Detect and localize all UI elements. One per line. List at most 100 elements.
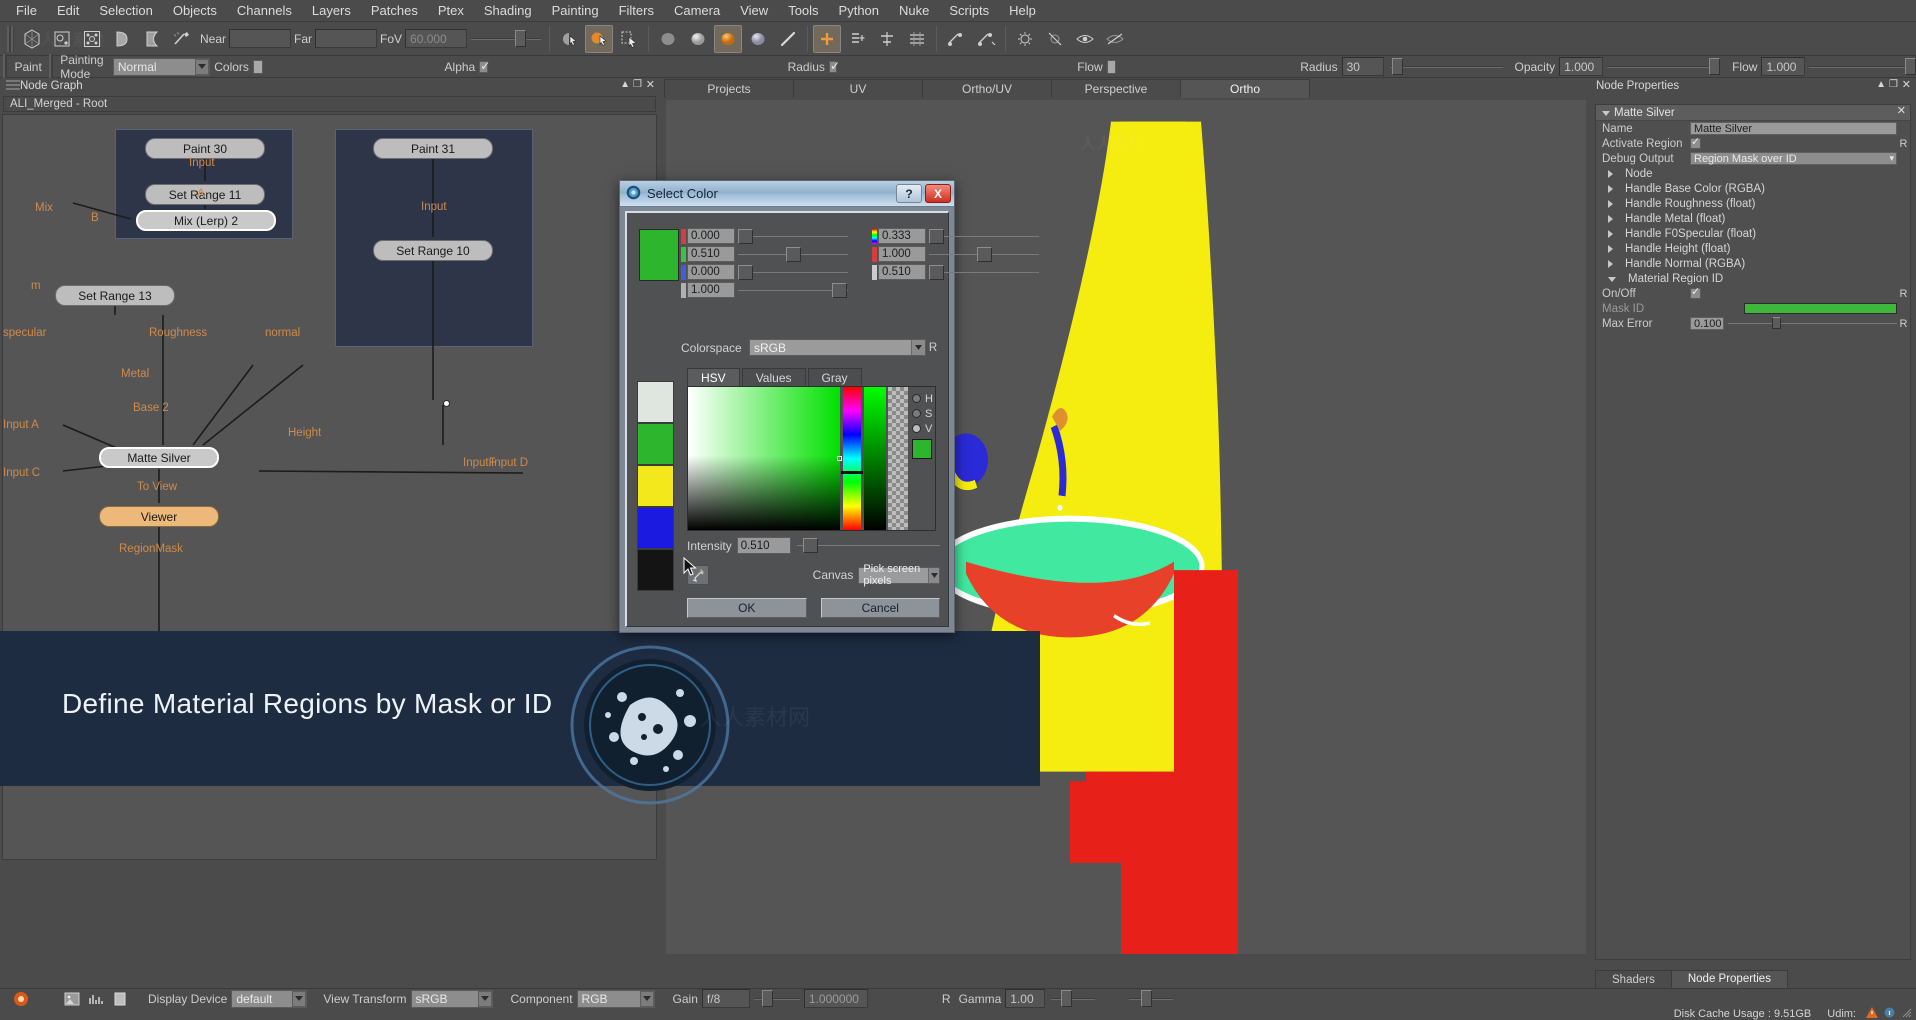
- panel-undock-icon[interactable]: ❐: [633, 79, 642, 90]
- align-icon[interactable]: [873, 25, 901, 53]
- ptex-icon[interactable]: [168, 25, 196, 53]
- channel-slider-knob[interactable]: [832, 282, 847, 298]
- tab-projects[interactable]: Projects: [664, 79, 794, 98]
- graph-node[interactable]: Matte Silver: [99, 447, 219, 468]
- hue-marker[interactable]: [841, 471, 863, 474]
- menu-item-view[interactable]: View: [730, 0, 778, 22]
- eye-icon[interactable]: [1071, 25, 1099, 53]
- close-button[interactable]: X: [925, 184, 951, 203]
- channel-input-B[interactable]: [687, 264, 735, 280]
- tab-node-properties[interactable]: Node Properties: [1670, 970, 1788, 988]
- tab-uv[interactable]: UV: [793, 79, 923, 98]
- channel-slider-G[interactable]: [738, 246, 848, 263]
- color-preview-swatch[interactable]: [639, 229, 679, 281]
- component-combo[interactable]: RGB: [576, 989, 655, 1008]
- chevron-down-icon[interactable]: [1608, 277, 1616, 282]
- menu-item-ptex[interactable]: Ptex: [428, 0, 474, 22]
- chevron-right-icon[interactable]: [1608, 259, 1613, 268]
- tab-perspective[interactable]: Perspective: [1051, 79, 1181, 98]
- menu-item-selection[interactable]: Selection: [89, 0, 162, 22]
- shell-icon[interactable]: [138, 25, 166, 53]
- canvas-combo[interactable]: Pick screen pixels: [858, 563, 940, 587]
- menu-item-camera[interactable]: Camera: [664, 0, 730, 22]
- help-button[interactable]: ?: [896, 184, 922, 203]
- resize-grip-icon[interactable]: [1901, 1007, 1912, 1020]
- history-swatch[interactable]: [637, 423, 674, 465]
- menu-item-help[interactable]: Help: [999, 0, 1046, 22]
- panel-float-icon[interactable]: ▲: [620, 79, 630, 90]
- node-port-dot-1[interactable]: [443, 400, 450, 407]
- fov-input[interactable]: [405, 29, 468, 48]
- select-arrow-icon[interactable]: [555, 25, 583, 53]
- intensity-slider[interactable]: [796, 537, 940, 554]
- dialog-titlebar[interactable]: Select Color ? X: [620, 181, 954, 207]
- history-swatch[interactable]: [637, 381, 674, 423]
- distribute-icon[interactable]: [903, 25, 931, 53]
- ok-button[interactable]: OK: [687, 598, 807, 618]
- property-group[interactable]: Handle Normal (RGBA): [1596, 256, 1910, 271]
- gamma-reset[interactable]: R: [938, 992, 955, 1006]
- gain-input[interactable]: [701, 989, 750, 1008]
- bake-all-icon[interactable]: [972, 25, 1000, 53]
- property-reset[interactable]: R: [1897, 138, 1910, 150]
- gain-slider[interactable]: [753, 990, 800, 1008]
- menu-item-shading[interactable]: Shading: [474, 0, 542, 22]
- color-tab-hsv[interactable]: HSV: [687, 368, 740, 386]
- property-reset[interactable]: R: [1897, 318, 1910, 330]
- graph-node[interactable]: Paint 31: [373, 138, 493, 159]
- histogram-icon[interactable]: [85, 990, 107, 1008]
- cancel-button[interactable]: Cancel: [820, 598, 940, 618]
- chevron-right-icon[interactable]: [1608, 184, 1613, 193]
- menu-item-channels[interactable]: Channels: [227, 0, 302, 22]
- menu-item-file[interactable]: File: [6, 0, 47, 22]
- paintbar-grip-2[interactable]: [48, 53, 54, 80]
- graph-node[interactable]: Set Range 13: [55, 285, 175, 306]
- graph-node[interactable]: Viewer: [99, 506, 219, 527]
- history-swatch[interactable]: [637, 507, 674, 549]
- color-tab-values[interactable]: Values: [741, 368, 806, 386]
- property-group[interactable]: Material Region ID: [1596, 271, 1910, 286]
- sphere-blue-icon[interactable]: [744, 25, 772, 53]
- radius-checkbox[interactable]: [828, 59, 840, 73]
- property-group[interactable]: Handle Height (float): [1596, 241, 1910, 256]
- channel-slider-V[interactable]: [929, 264, 1039, 281]
- property-group[interactable]: Handle Base Color (RGBA): [1596, 181, 1910, 196]
- fov-slider[interactable]: [471, 30, 542, 48]
- channel-slider-knob[interactable]: [786, 246, 801, 262]
- channel-input-V[interactable]: [878, 264, 926, 280]
- hsv-radio-row-V[interactable]: V: [912, 421, 933, 436]
- menu-item-edit[interactable]: Edit: [47, 0, 89, 22]
- paintbar-grip[interactable]: [3, 53, 8, 80]
- channel-slider-S[interactable]: [929, 246, 1039, 263]
- flow2-slider[interactable]: [1809, 58, 1916, 76]
- channel-slider-knob[interactable]: [977, 246, 992, 262]
- history-swatch[interactable]: [637, 465, 674, 507]
- opacity-slider[interactable]: [1607, 58, 1721, 76]
- patch-icon[interactable]: [108, 25, 136, 53]
- alpha-checkbox[interactable]: [479, 59, 491, 73]
- channel-slider-R[interactable]: [738, 228, 848, 245]
- intensity-input[interactable]: [736, 537, 791, 554]
- channel-slider-knob[interactable]: [929, 264, 944, 280]
- property-input[interactable]: [1690, 122, 1897, 135]
- sphere-orange-icon[interactable]: [714, 24, 743, 53]
- chevron-right-icon[interactable]: [1608, 169, 1613, 178]
- np-close-icon[interactable]: ✕: [1902, 78, 1911, 91]
- image-icon[interactable]: [61, 990, 83, 1008]
- alpha-strip[interactable]: [888, 387, 908, 530]
- property-group[interactable]: Handle Metal (float): [1596, 211, 1910, 226]
- property-input[interactable]: [1690, 317, 1724, 330]
- gain-numeric-input[interactable]: [803, 989, 868, 1008]
- brush-stroke-icon[interactable]: [774, 25, 802, 53]
- np-float-icon[interactable]: ▲: [1876, 79, 1886, 90]
- grid-object-icon[interactable]: [78, 25, 106, 53]
- menu-item-objects[interactable]: Objects: [163, 0, 227, 22]
- tab-ortho[interactable]: Ortho: [1180, 79, 1310, 98]
- tab-shaders[interactable]: Shaders: [1595, 970, 1672, 988]
- sv-cursor[interactable]: [837, 456, 842, 461]
- chevron-right-icon[interactable]: [1608, 229, 1613, 238]
- property-group[interactable]: Handle F0Specular (float): [1596, 226, 1910, 241]
- hue-strip[interactable]: [841, 387, 863, 530]
- hsv-radio-row-H[interactable]: H: [912, 391, 933, 406]
- warning-icon[interactable]: [1866, 1007, 1878, 1020]
